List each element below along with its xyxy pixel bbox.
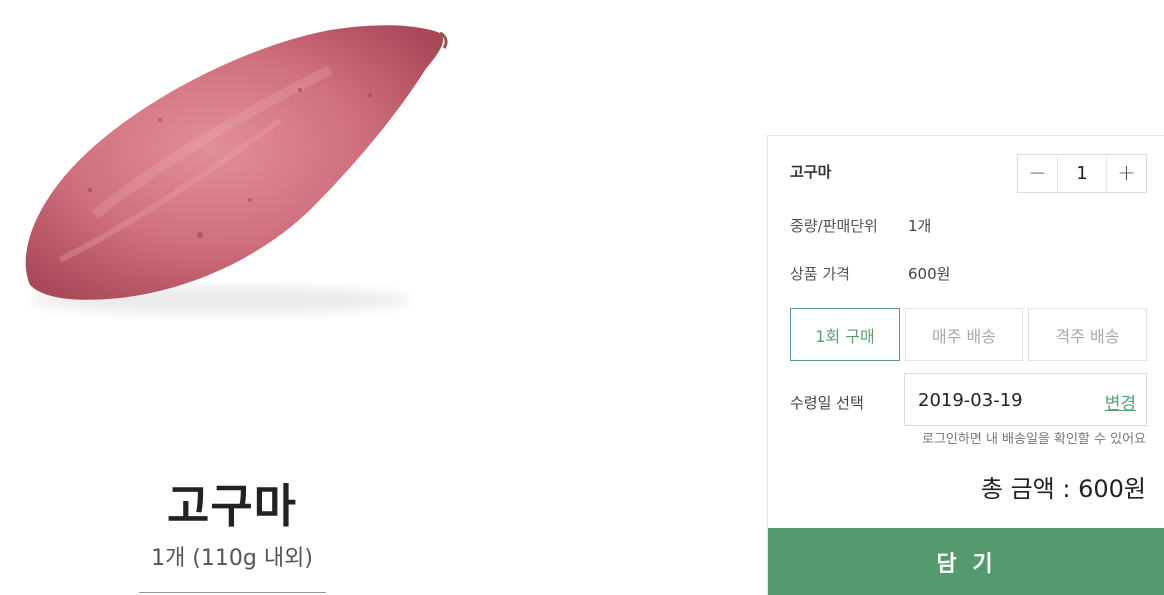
option-weekly-button[interactable]: 매주 배송 (905, 308, 1023, 361)
add-to-cart-button[interactable]: 담 기 (768, 528, 1164, 595)
delivery-date-hint: 로그인하면 내 배송일을 확인할 수 있어요 (922, 432, 1146, 447)
purchase-panel: 고구마 − 1 + 중량/판매단위 1개 상품 가격 600원 1회 구매 매주… (767, 135, 1164, 595)
product-image (0, 0, 480, 340)
weight-value: 1개 (908, 217, 932, 235)
change-date-link[interactable]: 변경 (1105, 389, 1136, 414)
quantity-decrease-button[interactable]: − (1018, 155, 1058, 192)
option-once-button[interactable]: 1회 구매 (790, 308, 900, 361)
total-amount: 총 금액 : 600원 (980, 475, 1146, 503)
quantity-increase-button[interactable]: + (1106, 155, 1146, 192)
weight-row: 중량/판매단위 1개 (790, 215, 931, 236)
product-title: 고구마 (167, 479, 297, 533)
quantity-stepper: − 1 + (1017, 154, 1147, 193)
product-subtitle: 1개 (110g 내외) (151, 546, 313, 571)
delivery-date-label: 수령일 선택 (790, 394, 864, 412)
option-biweekly-button[interactable]: 격주 배송 (1028, 308, 1147, 361)
weight-label: 중량/판매단위 (790, 217, 878, 235)
price-row: 상품 가격 600원 (790, 263, 950, 284)
delivery-date-field[interactable]: 2019-03-19 변경 (904, 373, 1147, 426)
title-divider (139, 592, 326, 593)
price-value: 600원 (908, 265, 951, 283)
sweet-potato-icon (25, 25, 448, 314)
price-label: 상품 가격 (790, 265, 850, 283)
panel-product-name: 고구마 (790, 163, 832, 181)
delivery-date-value: 2019-03-19 (918, 390, 1023, 411)
quantity-value[interactable]: 1 (1058, 155, 1106, 192)
